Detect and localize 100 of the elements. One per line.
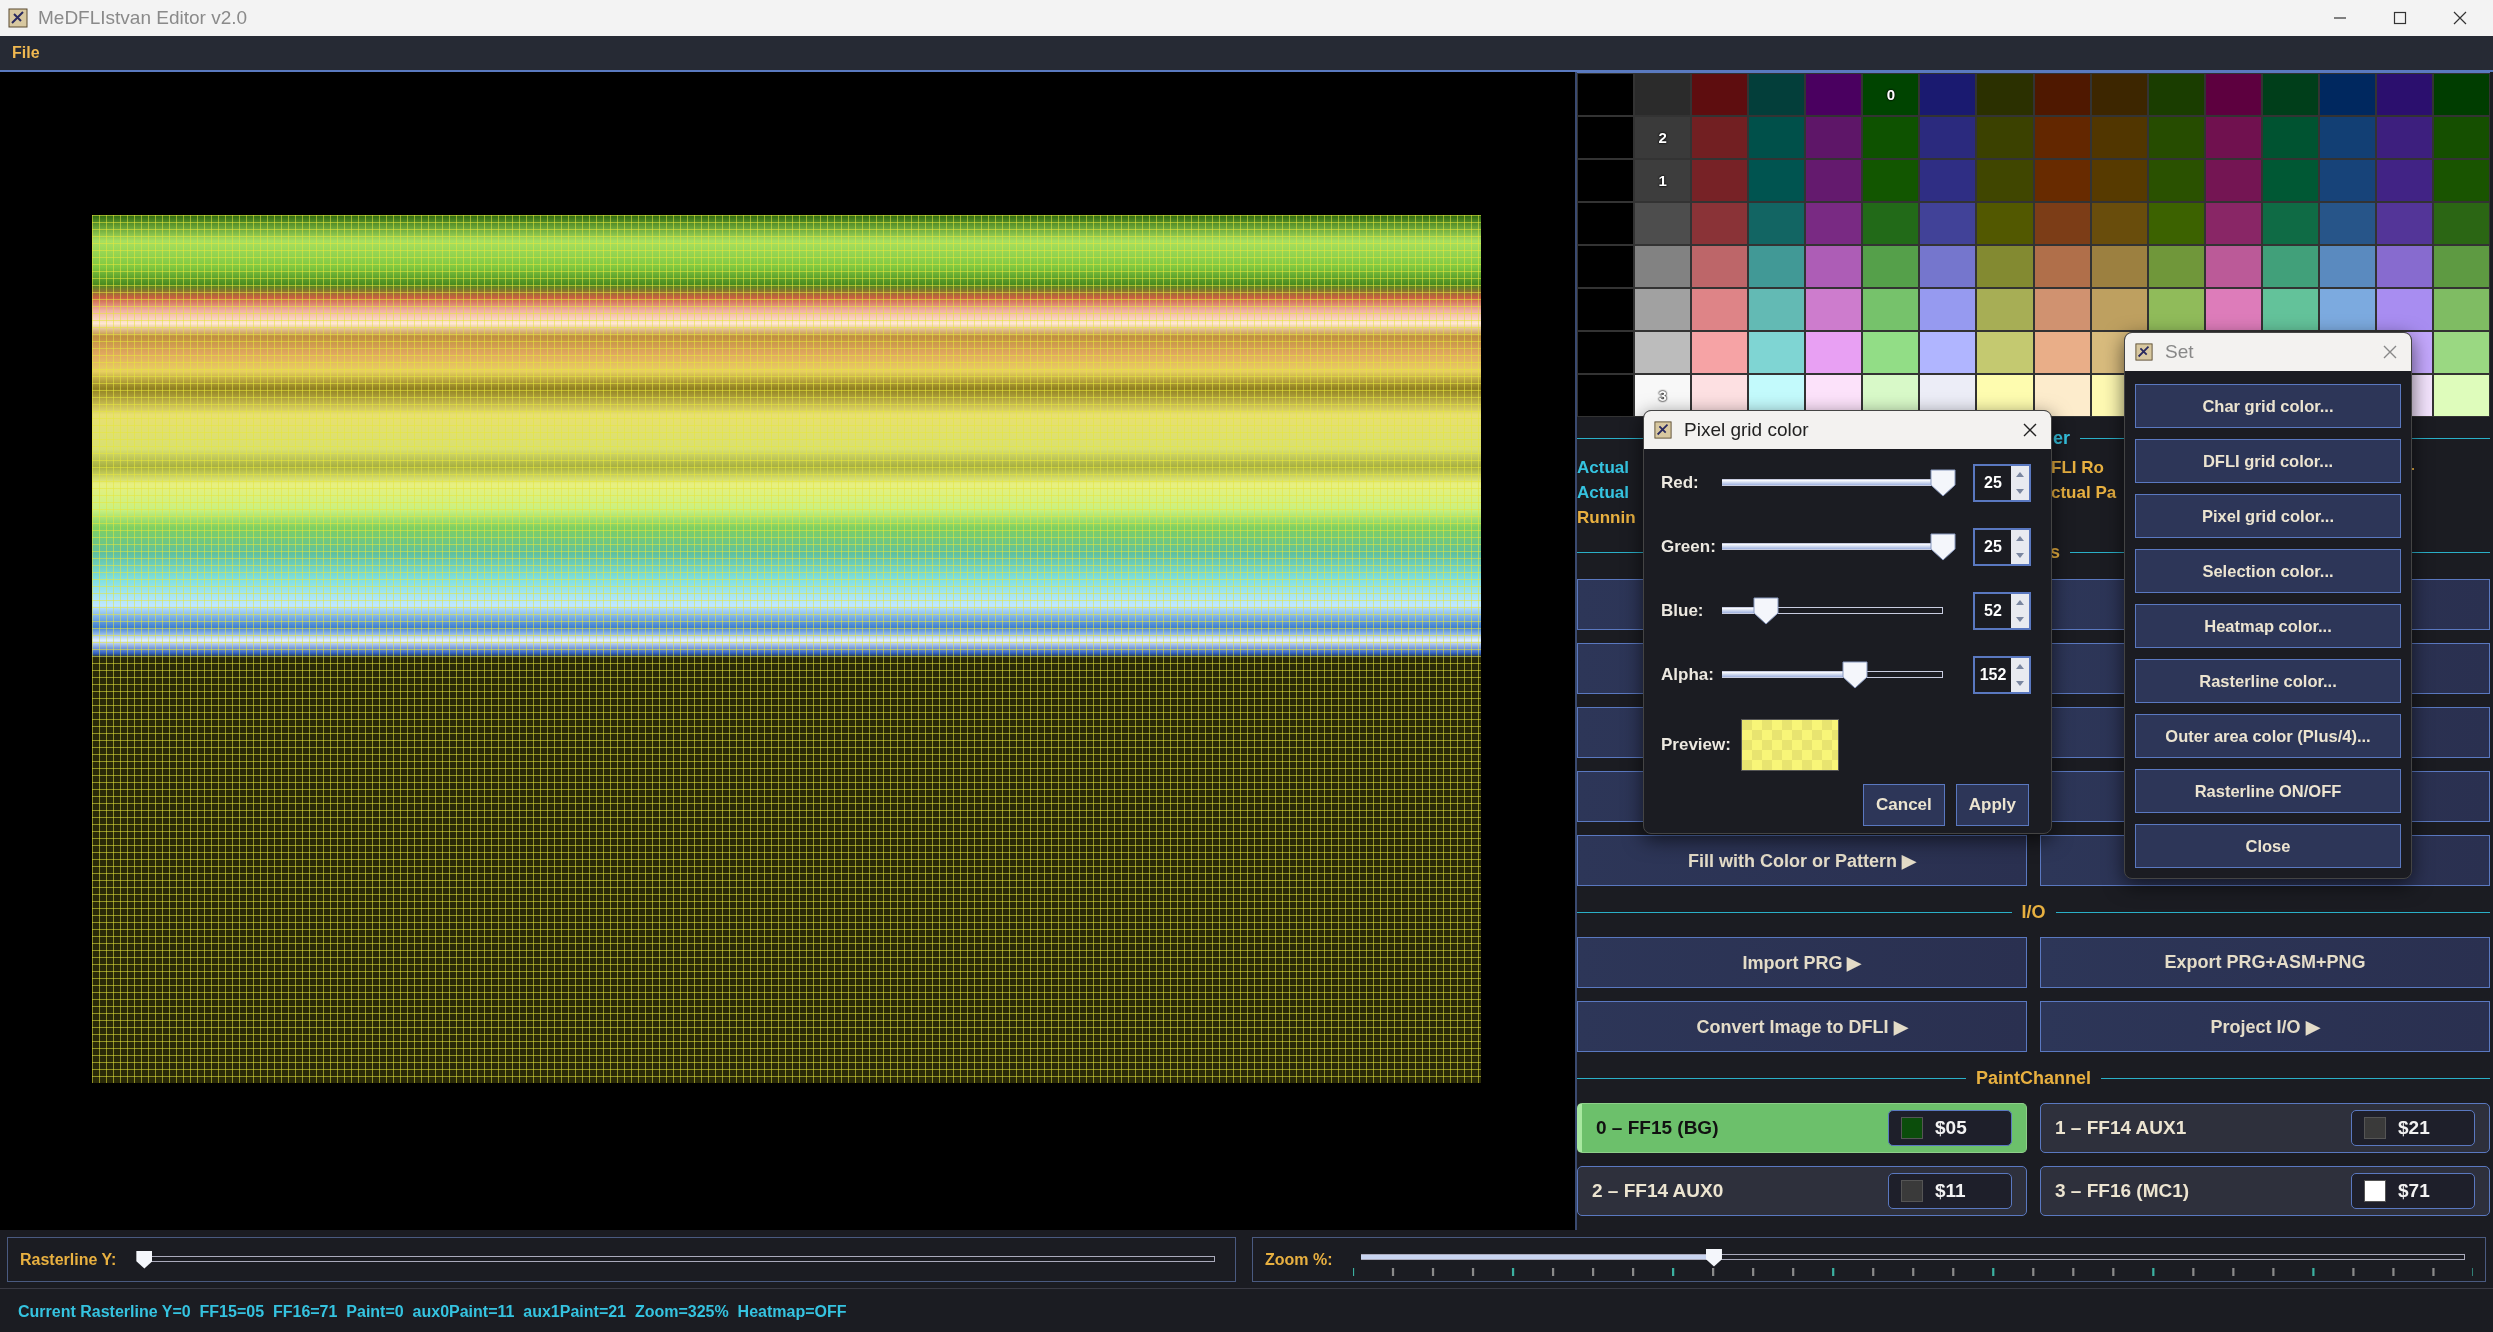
palette-swatch[interactable] <box>2432 73 2490 116</box>
settings-button[interactable]: Char grid color... <box>2135 384 2401 428</box>
settings-button[interactable]: Rasterline color... <box>2135 659 2401 703</box>
close-icon[interactable] <box>2023 423 2037 437</box>
palette-swatch[interactable] <box>2033 159 2091 202</box>
io-button[interactable]: Convert Image to DFLI ▶ <box>1577 1001 2027 1052</box>
palette-swatch[interactable] <box>1577 331 1635 374</box>
palette-swatch[interactable] <box>1976 159 2034 202</box>
io-button[interactable]: Export PRG+ASM+PNG <box>2040 937 2490 988</box>
palette-swatch[interactable] <box>1919 288 1977 331</box>
palette-swatch[interactable] <box>1805 159 1863 202</box>
palette-swatch[interactable] <box>1805 331 1863 374</box>
palette-swatch[interactable] <box>2318 245 2376 288</box>
io-button[interactable]: Project I/O ▶ <box>2040 1001 2490 1052</box>
palette-swatch[interactable] <box>2204 116 2262 159</box>
settings-button[interactable]: Pixel grid color... <box>2135 494 2401 538</box>
palette-swatch[interactable] <box>1634 73 1692 116</box>
palette-swatch[interactable] <box>2204 202 2262 245</box>
palette-swatch[interactable] <box>1634 245 1692 288</box>
palette-swatch[interactable] <box>2318 202 2376 245</box>
palette-swatch[interactable] <box>1577 288 1635 331</box>
palette-swatch[interactable] <box>2432 116 2490 159</box>
palette-swatch[interactable] <box>2147 159 2205 202</box>
palette-swatch[interactable]: 0 <box>1862 73 1920 116</box>
palette-swatch[interactable] <box>2432 374 2490 417</box>
palette-swatch[interactable] <box>2147 73 2205 116</box>
palette-swatch[interactable] <box>2375 116 2433 159</box>
palette-swatch[interactable] <box>2090 245 2148 288</box>
palette-swatch[interactable] <box>1577 73 1635 116</box>
slider-thumb[interactable] <box>1930 533 1956 561</box>
paint-channel-item[interactable]: 1 – FF14 AUX1 $21 <box>2040 1103 2490 1153</box>
palette-swatch[interactable] <box>1919 245 1977 288</box>
palette-swatch[interactable] <box>2432 245 2490 288</box>
paint-channel-item[interactable]: 0 – FF15 (BG) $05 <box>1577 1103 2027 1153</box>
palette-swatch[interactable] <box>1862 245 1920 288</box>
palette-swatch[interactable] <box>1805 288 1863 331</box>
palette-swatch[interactable] <box>1919 116 1977 159</box>
palette-swatch[interactable]: 2 <box>1634 116 1692 159</box>
palette-swatch[interactable] <box>2033 73 2091 116</box>
dialog-button[interactable]: Cancel <box>1863 784 1945 826</box>
palette-swatch[interactable] <box>1691 116 1749 159</box>
paint-channel-item[interactable]: 2 – FF14 AUX0 $11 <box>1577 1166 2027 1216</box>
palette-swatch[interactable] <box>1691 159 1749 202</box>
palette-swatch[interactable] <box>1805 245 1863 288</box>
settings-button[interactable]: Rasterline ON/OFF <box>2135 769 2401 813</box>
fill-button[interactable]: Fill with Color or Pattern ▶ <box>1577 835 2027 886</box>
palette-swatch[interactable] <box>1691 202 1749 245</box>
palette-swatch[interactable] <box>1634 331 1692 374</box>
palette-swatch[interactable] <box>1862 116 1920 159</box>
palette-swatch[interactable] <box>2261 73 2319 116</box>
slider-thumb[interactable] <box>1841 661 1868 689</box>
palette-swatch[interactable] <box>2375 73 2433 116</box>
palette-swatch[interactable] <box>2261 159 2319 202</box>
palette-swatch[interactable] <box>1862 159 1920 202</box>
palette-swatch[interactable] <box>1919 202 1977 245</box>
palette-swatch[interactable] <box>1577 374 1635 417</box>
palette-swatch[interactable] <box>2033 288 2091 331</box>
palette-swatch[interactable] <box>1748 331 1806 374</box>
palette-swatch[interactable] <box>2432 288 2490 331</box>
settings-button[interactable]: Outer area color (Plus/4)... <box>2135 714 2401 758</box>
palette-swatch[interactable] <box>2204 288 2262 331</box>
palette-swatch[interactable] <box>1919 73 1977 116</box>
palette-swatch[interactable] <box>2090 288 2148 331</box>
palette-swatch[interactable] <box>1748 159 1806 202</box>
palette-swatch[interactable] <box>1976 331 2034 374</box>
palette-swatch[interactable] <box>1862 331 1920 374</box>
palette-swatch[interactable] <box>1976 73 2034 116</box>
palette-swatch[interactable] <box>2318 288 2376 331</box>
palette-swatch[interactable] <box>2204 159 2262 202</box>
palette-swatch[interactable] <box>2204 245 2262 288</box>
palette-swatch[interactable] <box>2147 202 2205 245</box>
slider-thumb[interactable] <box>1705 1248 1722 1267</box>
slider-thumb[interactable] <box>136 1250 153 1269</box>
color-value-field[interactable]: $71 <box>2351 1173 2475 1209</box>
color-value-field[interactable]: $21 <box>2351 1110 2475 1146</box>
palette-swatch[interactable] <box>1976 245 2034 288</box>
palette-swatch[interactable] <box>1691 73 1749 116</box>
palette-swatch[interactable] <box>2432 159 2490 202</box>
palette-swatch[interactable] <box>1691 288 1749 331</box>
palette-swatch[interactable] <box>1577 245 1635 288</box>
slider-thumb[interactable] <box>1753 597 1780 625</box>
palette-swatch[interactable] <box>1634 288 1692 331</box>
palette-swatch[interactable] <box>1748 288 1806 331</box>
palette-swatch[interactable] <box>2033 374 2091 417</box>
paint-channel-item[interactable]: 3 – FF16 (MC1) $71 <box>2040 1166 2490 1216</box>
settings-button[interactable]: DFLI grid color... <box>2135 439 2401 483</box>
palette-swatch[interactable] <box>1748 245 1806 288</box>
settings-button[interactable]: Heatmap color... <box>2135 604 2401 648</box>
palette-swatch[interactable] <box>2375 159 2433 202</box>
palette-swatch[interactable] <box>1577 202 1635 245</box>
palette-swatch[interactable] <box>2033 245 2091 288</box>
palette-swatch[interactable] <box>2318 73 2376 116</box>
palette-swatch[interactable] <box>1862 288 1920 331</box>
palette-swatch[interactable] <box>1691 331 1749 374</box>
palette-swatch[interactable] <box>2033 116 2091 159</box>
palette-swatch[interactable] <box>1976 288 2034 331</box>
palette-swatch[interactable] <box>2261 288 2319 331</box>
palette-swatch[interactable] <box>2033 331 2091 374</box>
palette-swatch[interactable]: 1 <box>1634 159 1692 202</box>
palette-swatch[interactable] <box>2090 202 2148 245</box>
